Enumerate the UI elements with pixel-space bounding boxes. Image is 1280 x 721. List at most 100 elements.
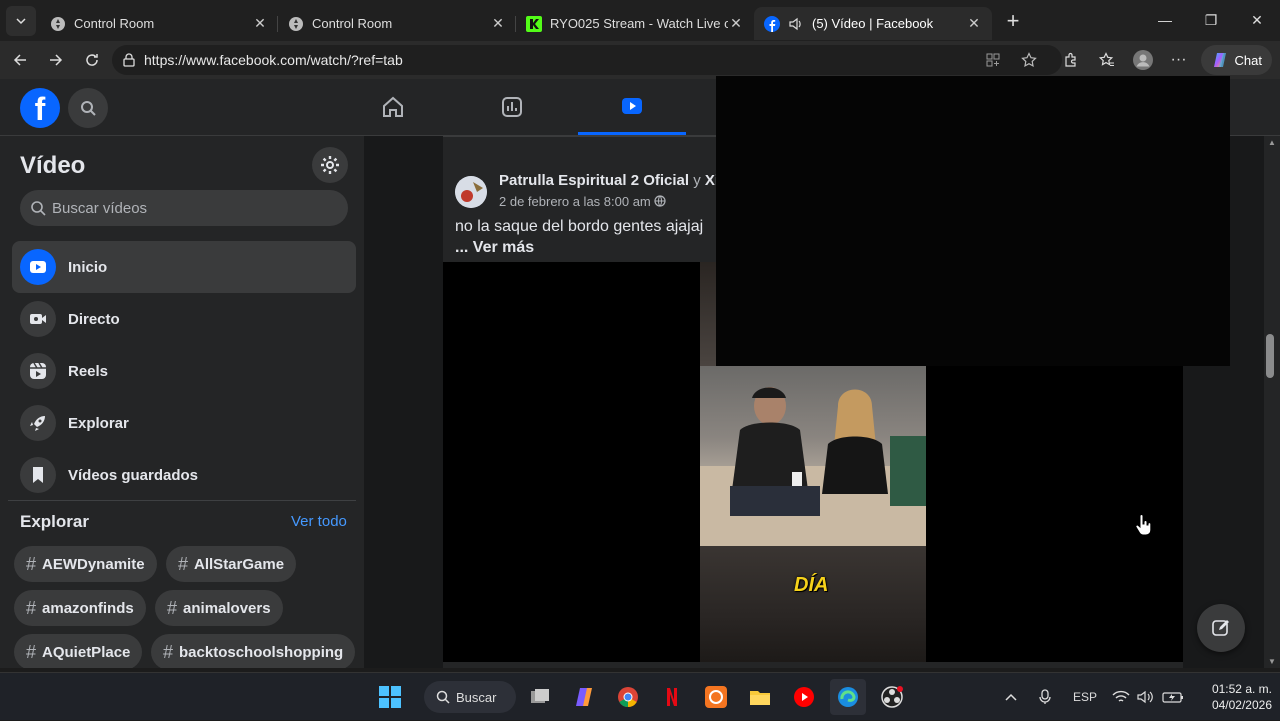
post-date-text: 2 de febrero a las 8:00 am (499, 194, 651, 209)
restore-button[interactable]: ❐ (1188, 0, 1234, 40)
browser-tab[interactable]: Control Room ✕ (278, 7, 516, 40)
copilot-icon[interactable] (566, 679, 602, 715)
see-more-link[interactable]: ... Ver más (455, 239, 534, 256)
video-subtitle: DÍA (794, 574, 829, 596)
show-hidden-icons-button[interactable] (1004, 673, 1018, 721)
copilot-chat-button[interactable]: Chat (1200, 45, 1272, 75)
minimize-button[interactable]: — (1142, 0, 1188, 40)
new-tab-button[interactable]: + (998, 6, 1028, 36)
chat-label: Chat (1234, 52, 1262, 68)
browser-tab-active[interactable]: (5) Vídeo | Facebook ✕ (754, 7, 992, 40)
close-tab-icon[interactable]: ✕ (252, 15, 268, 32)
browser-tab-bar: Control Room ✕ Control Room ✕ RYO025 Str… (0, 0, 1280, 41)
system-clock[interactable]: 01:52 a. m. 04/02/2026 (1192, 681, 1272, 713)
facebook-icon (764, 15, 780, 32)
wifi-icon[interactable] (1112, 673, 1130, 721)
sidebar-item-videos-guardados[interactable]: Vídeos guardados (12, 449, 356, 501)
sidebar-item-explorar[interactable]: Explorar (12, 397, 356, 449)
chrome-icon[interactable] (610, 679, 646, 715)
close-tab-icon[interactable]: ✕ (966, 15, 982, 32)
crunchyroll-icon[interactable] (698, 679, 734, 715)
task-view-icon[interactable] (522, 679, 558, 715)
favorite-star-icon[interactable] (1013, 44, 1045, 76)
nav-dashboard[interactable] (458, 79, 566, 135)
hashtag-label: AEWDynamite (42, 555, 145, 573)
app-available-icon[interactable] (977, 44, 1009, 76)
favorites-icon[interactable] (1091, 44, 1123, 76)
avatar[interactable] (455, 176, 487, 208)
tab-title: Control Room (74, 16, 155, 31)
tab-title: Control Room (312, 16, 393, 31)
sidebar-item-label: Directo (68, 310, 120, 328)
forward-button[interactable] (40, 44, 72, 76)
address-toolbar: https://www.facebook.com/watch/?ref=tab … (0, 41, 1280, 79)
hashtag-chip[interactable]: # backtoschoolshopping (151, 634, 356, 668)
tab-actions-menu-button[interactable] (6, 5, 36, 36)
reels-icon (20, 353, 56, 389)
back-button[interactable] (4, 44, 36, 76)
sidebar-item-directo[interactable]: Directo (12, 293, 356, 345)
page-title: Vídeo (20, 152, 86, 179)
url-text[interactable]: https://www.facebook.com/watch/?ref=tab (144, 52, 403, 68)
taskbar-search-label: Buscar (456, 689, 497, 705)
search-icon (81, 101, 96, 116)
sidebar-item-reels[interactable]: Reels (12, 345, 356, 397)
netflix-icon[interactable] (654, 679, 690, 715)
sidebar-item-label: Vídeos guardados (68, 466, 199, 484)
file-explorer-icon[interactable] (742, 679, 778, 715)
arrow-right-icon (50, 54, 63, 66)
profile-avatar-icon[interactable] (1127, 44, 1159, 76)
microphone-icon[interactable] (1038, 673, 1052, 721)
close-window-button[interactable]: ✕ (1234, 0, 1280, 40)
floating-player-window[interactable] (716, 76, 1230, 366)
settings-button[interactable] (312, 147, 348, 183)
url-bar[interactable]: https://www.facebook.com/watch/?ref=tab (112, 45, 1062, 75)
video-search-input[interactable] (52, 199, 332, 217)
refresh-button[interactable] (76, 44, 108, 76)
author-link[interactable]: Patrulla Espiritual 2 Oficial (499, 172, 689, 189)
globe-icon (654, 194, 666, 209)
lock-icon[interactable] (122, 53, 136, 67)
obs-icon[interactable] (874, 679, 910, 715)
sidebar-item-label: Reels (68, 362, 109, 380)
close-tab-icon[interactable]: ✕ (728, 15, 744, 32)
live-video-icon (20, 301, 56, 337)
hashtag-chip[interactable]: # AEWDynamite (14, 546, 157, 582)
hashtag-chip[interactable]: # AQuietPlace (14, 634, 143, 668)
nav-home[interactable] (339, 79, 447, 135)
windows-start-icon[interactable] (372, 679, 408, 715)
hashtag-chip[interactable]: # amazonfinds (14, 590, 146, 626)
hashtag-label: animalovers (183, 599, 271, 617)
extensions-icon[interactable] (1055, 44, 1087, 76)
hashtag-chip[interactable]: # animalovers (155, 590, 283, 626)
battery-charging-icon[interactable] (1162, 673, 1184, 721)
post-timestamp[interactable]: 2 de febrero a las 8:00 am (499, 194, 666, 209)
scrollbar[interactable]: ▲ ▼ (1264, 136, 1280, 668)
video-search-field[interactable] (20, 190, 348, 226)
language-indicator[interactable]: ESP (1073, 673, 1097, 721)
hashtag-chip[interactable]: # AllStarGame (166, 546, 297, 582)
youtube-music-icon[interactable] (786, 679, 822, 715)
tab-title: (5) Vídeo | Facebook (812, 16, 934, 31)
kick-icon (526, 15, 542, 32)
browser-tab[interactable]: Control Room ✕ (40, 7, 278, 40)
chevron-up-icon (1005, 693, 1017, 701)
more-options-icon[interactable]: ··· (1163, 44, 1195, 76)
taskbar-search[interactable]: Buscar (424, 681, 516, 713)
facebook-logo[interactable]: f (20, 88, 60, 128)
nav-video[interactable] (578, 79, 686, 135)
browser-tab[interactable]: RYO025 Stream - Watch Live on Ki ✕ (516, 7, 754, 40)
facebook-search-button[interactable] (68, 88, 108, 128)
clock-date: 04/02/2026 (1211, 698, 1272, 712)
close-tab-icon[interactable]: ✕ (490, 15, 506, 32)
scrollbar-thumb[interactable] (1266, 334, 1274, 378)
edge-icon[interactable] (830, 679, 866, 715)
speaker-icon[interactable] (788, 16, 804, 32)
sidebar-item-label: Explorar (68, 414, 129, 432)
sidebar-item-inicio[interactable]: Inicio (12, 241, 356, 293)
volume-icon[interactable] (1137, 673, 1155, 721)
post-authors: Patrulla Espiritual 2 Oficial y Xim (499, 172, 732, 189)
chart-icon (502, 97, 522, 117)
see-all-link[interactable]: Ver todo (291, 513, 347, 530)
new-message-button[interactable] (1197, 604, 1245, 652)
